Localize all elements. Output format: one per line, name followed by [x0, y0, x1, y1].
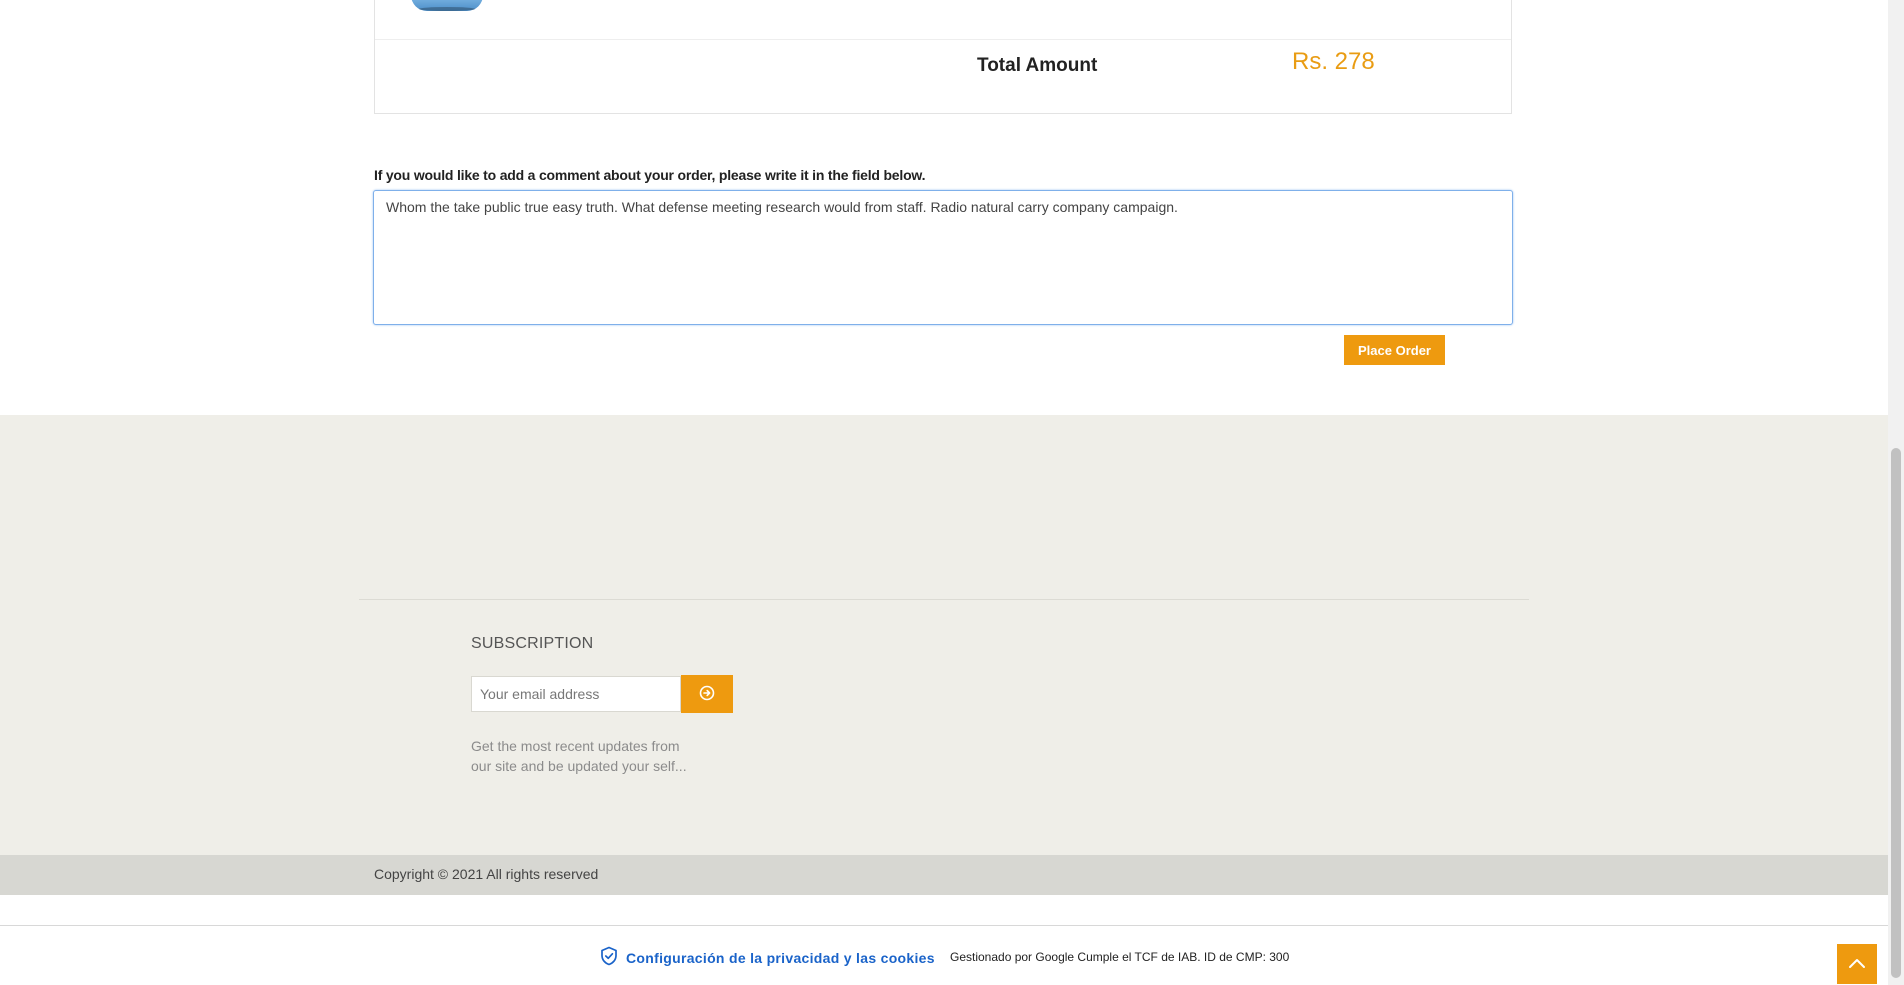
row-divider	[375, 39, 1511, 40]
copyright-bar: Copyright © 2021 All rights reserved	[0, 855, 1888, 895]
place-order-button[interactable]: Place Order	[1344, 335, 1445, 365]
consent-bar: Configuración de la privacidad y las coo…	[0, 925, 1888, 985]
footer: SUBSCRIPTION Get the most recent updates…	[0, 415, 1888, 855]
comment-label: If you would like to add a comment about…	[374, 167, 926, 183]
shield-check-icon	[600, 946, 618, 969]
subscription-email-input[interactable]	[471, 676, 681, 712]
subscription-description: Get the most recent updates from our sit…	[471, 738, 687, 774]
footer-spacer	[0, 895, 1888, 925]
scrollbar-thumb[interactable]	[1891, 448, 1901, 978]
scroll-to-top-button[interactable]	[1837, 944, 1877, 984]
total-amount-label: Total Amount	[977, 55, 1098, 76]
footer-divider	[359, 599, 1529, 600]
total-amount-value: Rs. 278	[1292, 48, 1375, 75]
page-scrollbar[interactable]	[1888, 0, 1904, 985]
copyright-text: Copyright © 2021 All rights reserved	[374, 866, 599, 882]
subscription-title: SUBSCRIPTION	[471, 635, 594, 652]
privacy-settings-label: Configuración de la privacidad y las coo…	[626, 949, 935, 966]
subscription-submit-button[interactable]	[681, 675, 733, 713]
arrow-circle-right-icon	[699, 685, 715, 704]
privacy-settings-link[interactable]: Configuración de la privacidad y las coo…	[600, 946, 935, 969]
order-summary-table: Total Amount Rs. 278	[374, 0, 1512, 114]
order-comment-textarea[interactable]	[373, 190, 1513, 325]
page: Total Amount Rs. 278 If you would like t…	[0, 0, 1904, 985]
product-image-shadow	[419, 7, 475, 11]
consent-note: Gestionado por Google Cumple el TCF de I…	[950, 950, 1290, 964]
chevron-up-icon	[1848, 957, 1866, 972]
